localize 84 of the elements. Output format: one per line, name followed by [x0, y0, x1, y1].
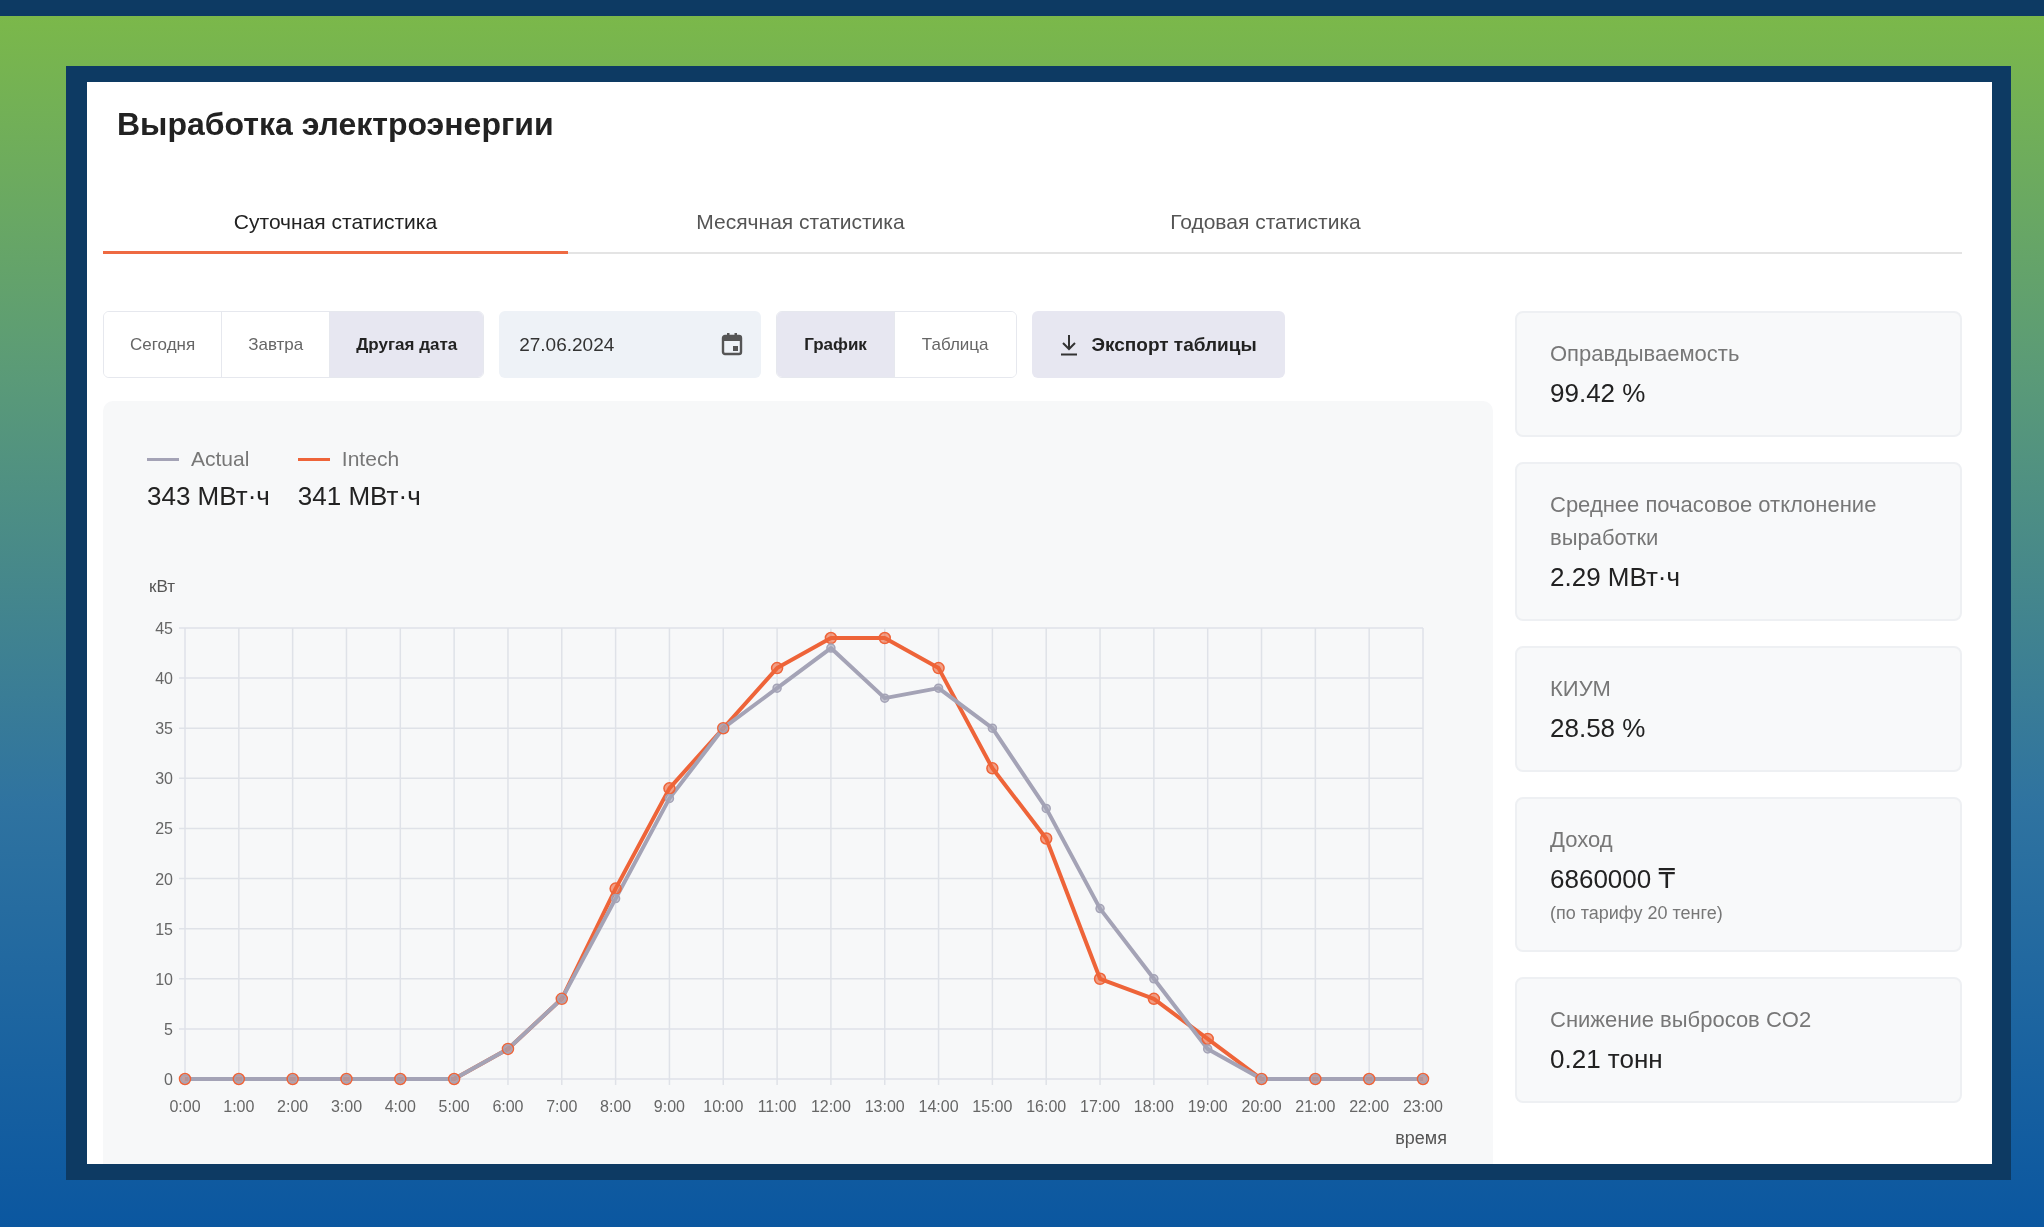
axis-label: 12:00 — [810, 1098, 851, 1115]
data-point — [1147, 992, 1161, 1006]
date-option[interactable]: Сегодня — [104, 312, 223, 377]
data-point — [880, 693, 890, 703]
tab[interactable]: Суточная статистика — [103, 192, 568, 254]
data-point — [878, 631, 891, 645]
stat-value: 28.58 % — [1550, 713, 1647, 744]
data-point — [933, 683, 944, 693]
view-option[interactable]: График — [777, 312, 895, 377]
stat-label: Среднее почасовое отклонение выработки — [1550, 491, 1878, 552]
data-point — [770, 661, 784, 675]
axis-label: 20:00 — [1241, 1098, 1282, 1115]
axis-label: 15 — [155, 920, 173, 938]
stat-label: КИУМ — [1550, 675, 1612, 703]
date-option[interactable]: Другая дата — [330, 312, 484, 377]
legend-name: Actual — [191, 447, 250, 471]
tab[interactable]: Годовая статистика — [1033, 192, 1498, 254]
axis-label: 20 — [155, 870, 173, 888]
legend-name: Intech — [341, 447, 400, 471]
stat-label: Доход — [1550, 826, 1614, 854]
axis-label: 2:00 — [277, 1098, 309, 1115]
data-point — [772, 683, 782, 693]
axis-label: 21:00 — [1295, 1098, 1336, 1115]
data-point — [664, 793, 675, 804]
axis-label: 5:00 — [438, 1098, 470, 1115]
data-point — [932, 661, 945, 675]
legend-total: 343 МВт·ч — [147, 481, 270, 512]
stat-value: 6860000 ₸ — [1550, 864, 1676, 895]
axis-label: 23:00 — [1403, 1098, 1443, 1115]
data-point — [824, 631, 838, 645]
data-point — [1093, 972, 1107, 986]
axis-label: 15:00 — [972, 1098, 1013, 1115]
axis-label: 0:00 — [169, 1098, 201, 1115]
data-point — [1202, 1044, 1213, 1054]
axis-label: 40 — [155, 670, 173, 688]
data-point — [610, 893, 621, 904]
data-point — [1201, 1032, 1214, 1046]
stat-label: Снижение выбросов CO2 — [1550, 1006, 1813, 1034]
stat-value: 0.21 тонн — [1550, 1044, 1664, 1075]
data-point — [1149, 974, 1159, 984]
axis-label: 10 — [155, 970, 173, 988]
axis-title: время — [1395, 1128, 1447, 1148]
axis-label: 45 — [155, 620, 173, 637]
stat-value: 99.42 % — [1550, 378, 1647, 409]
data-point — [1095, 903, 1105, 914]
legend-total: 341 МВт·ч — [297, 481, 421, 512]
data-point — [986, 762, 999, 775]
axis-label: 25 — [155, 820, 173, 838]
axis-label: 16:00 — [1026, 1098, 1067, 1115]
axis-label: 13:00 — [864, 1098, 905, 1115]
download-icon — [1059, 333, 1078, 356]
date-field[interactable]: 27.06.2024 — [499, 311, 762, 378]
axis-label: 19:00 — [1187, 1098, 1228, 1115]
stat-note: (по тарифу 20 тенге) — [1550, 903, 1724, 924]
axis-label: 1:00 — [223, 1098, 255, 1115]
data-point — [1039, 832, 1053, 845]
data-point — [826, 643, 836, 653]
data-point — [1041, 803, 1051, 814]
axis-label: 4:00 — [384, 1098, 416, 1115]
axis-label: 14:00 — [918, 1098, 959, 1115]
axis-label: 10:00 — [703, 1098, 744, 1115]
axis-label: 30 — [155, 770, 173, 788]
axis-label: 0 — [164, 1071, 173, 1088]
axis-label: 8:00 — [600, 1098, 632, 1115]
axis-label: 22:00 — [1349, 1098, 1390, 1115]
axis-label: 11:00 — [757, 1098, 797, 1115]
export-button[interactable]: Экспорт таблицы — [1031, 311, 1285, 378]
axis-label: 5 — [164, 1020, 173, 1038]
data-point — [663, 782, 676, 795]
tab[interactable]: Месячная статистика — [568, 192, 1033, 254]
axis-label: 18:00 — [1133, 1098, 1174, 1115]
axis-label: 3:00 — [330, 1098, 363, 1115]
axis-label: 7:00 — [546, 1098, 578, 1115]
axis-label: 9:00 — [653, 1098, 685, 1115]
data-point — [987, 723, 998, 733]
stat-value: 2.29 МВт·ч — [1550, 562, 1682, 593]
axis-title: кВт — [149, 577, 175, 596]
stat-label: Оправдываемость — [1550, 340, 1741, 368]
axis-label: 17:00 — [1080, 1098, 1121, 1115]
calendar-icon[interactable] — [721, 332, 744, 356]
page-title: Выработка электроэнергии — [117, 105, 555, 144]
data-point — [609, 882, 622, 895]
axis-label: 35 — [155, 720, 173, 738]
axis-label: 6:00 — [492, 1098, 524, 1115]
